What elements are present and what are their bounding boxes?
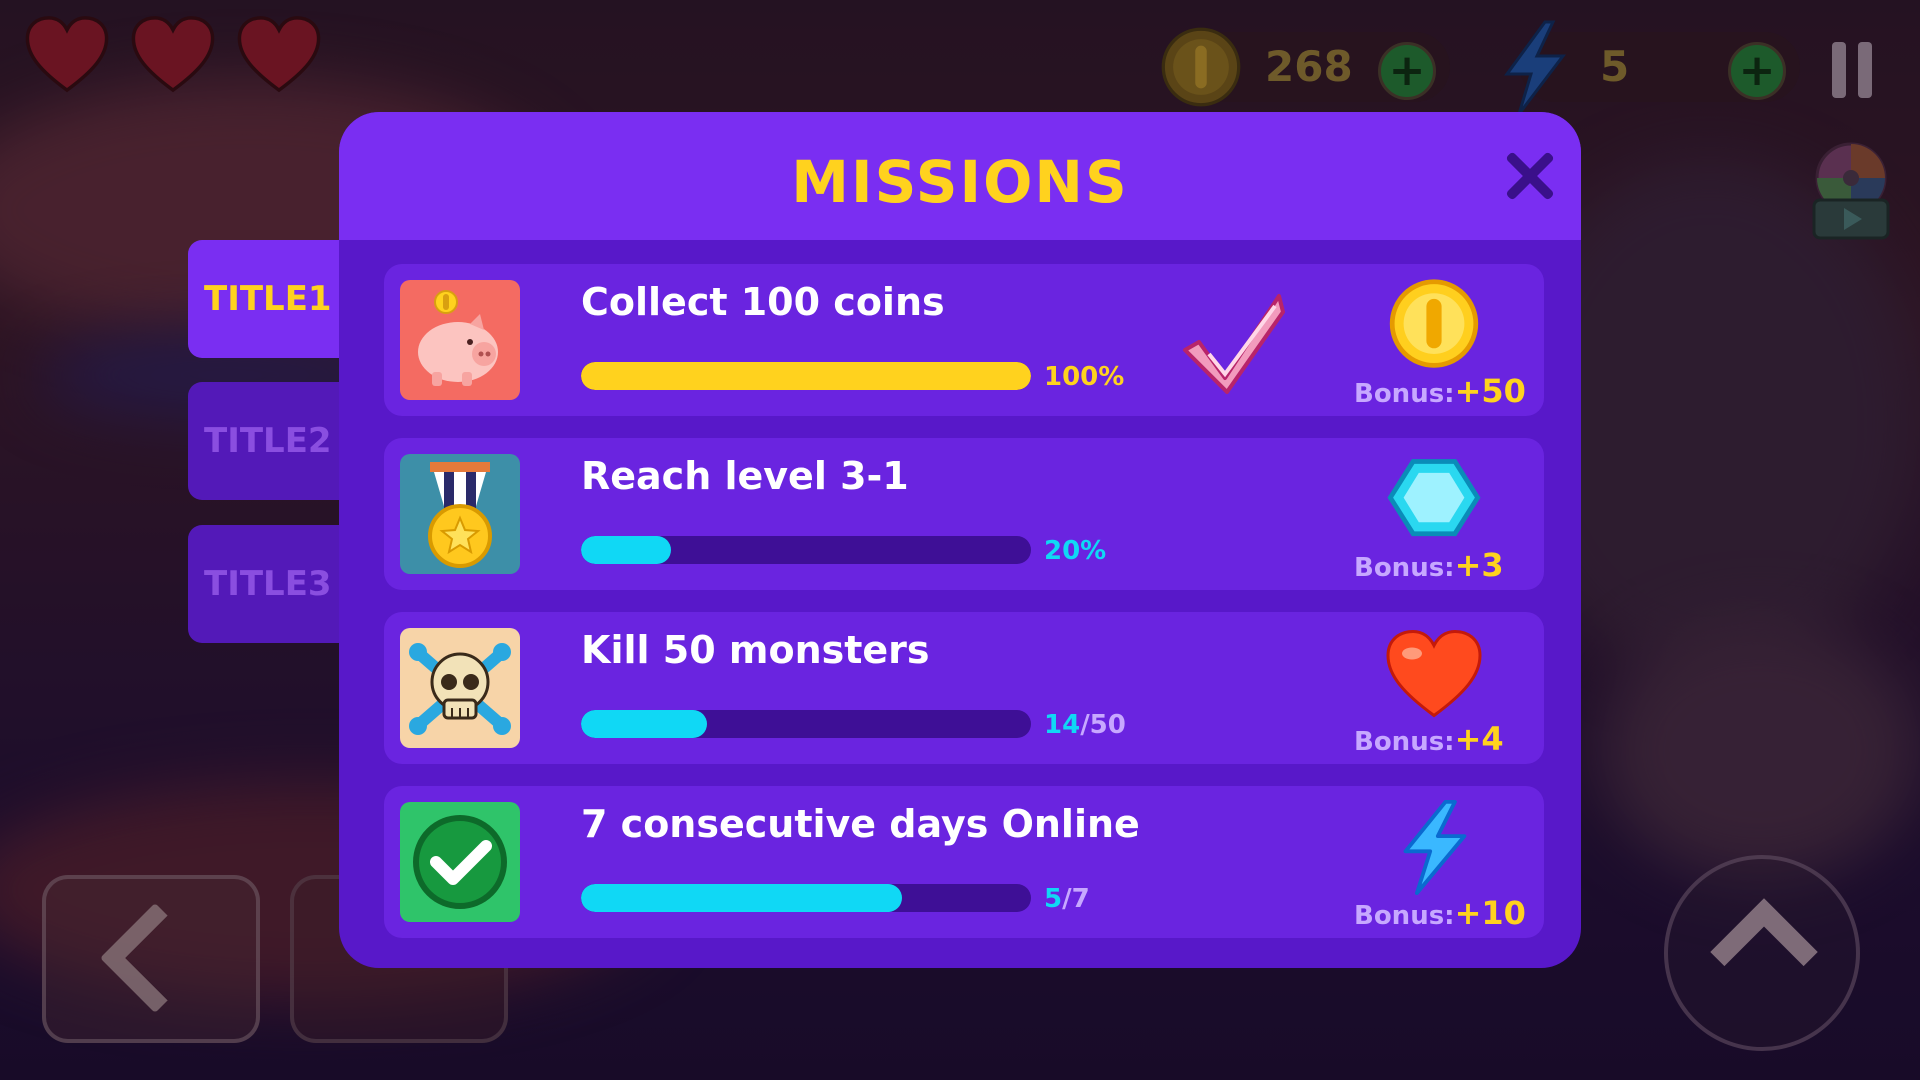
lucky-wheel-video-icon[interactable]	[1808, 142, 1894, 242]
bonus-label: Bonus:	[1354, 901, 1455, 931]
bonus-amount: +50	[1454, 372, 1526, 410]
mission-row: Collect 100 coins 100% Bonus:+50	[384, 264, 1544, 416]
progress-total: /7	[1062, 884, 1090, 914]
progress-track	[581, 884, 1031, 912]
mission-row: Reach level 3-1 20% Bonus:+3	[384, 438, 1544, 590]
bonus-amount: +10	[1454, 894, 1526, 932]
bonus-label: Bonus:	[1354, 727, 1455, 757]
skull-crossbones-icon	[400, 628, 520, 748]
progress-fill	[581, 362, 1031, 390]
bonus-text: Bonus:+10	[1354, 894, 1526, 932]
progress-current: 14	[1044, 710, 1081, 740]
progress-text: 100%	[1044, 362, 1125, 392]
bonus-amount: +4	[1454, 720, 1504, 758]
mission-title: 7 consecutive days Online	[581, 802, 1140, 846]
energy-counter: 5 +	[1504, 20, 1800, 115]
lightning-icon	[1504, 20, 1567, 115]
bonus-text: Bonus:+4	[1354, 720, 1504, 758]
lives-display	[24, 14, 322, 94]
heart-icon	[237, 16, 321, 93]
coin-counter: 268 +	[1161, 27, 1450, 107]
medal-icon	[400, 454, 520, 574]
progress-text: 20%	[1044, 536, 1107, 566]
progress-text: 5/7	[1044, 884, 1090, 914]
modal-title: MISSIONS	[791, 148, 1129, 216]
heart-icon	[131, 16, 215, 93]
mission-title: Collect 100 coins	[581, 280, 945, 324]
heart-icon	[25, 16, 109, 93]
mission-title: Reach level 3-1	[581, 454, 909, 498]
bonus-text: Bonus:+50	[1354, 372, 1526, 410]
bonus-amount: +3	[1454, 546, 1504, 584]
missions-modal: MISSIONS Collect 100 coins 100% Bonus:+5…	[339, 112, 1581, 968]
lightning-icon	[1403, 800, 1467, 895]
progress-track	[581, 536, 1031, 564]
pause-button[interactable]	[1832, 42, 1872, 98]
tab-title1[interactable]: TITLE1	[188, 240, 348, 358]
progress-current: 5	[1044, 884, 1063, 914]
move-left-button[interactable]	[42, 875, 260, 1043]
coin-icon	[1161, 27, 1241, 107]
progress-fill	[581, 884, 903, 912]
progress-fill	[581, 536, 671, 564]
progress-track	[581, 362, 1031, 390]
check-circle-icon	[400, 802, 520, 922]
chevron-left-icon	[99, 902, 211, 1014]
completed-check-icon	[1183, 294, 1285, 394]
energy-count: 5	[1600, 42, 1630, 91]
pause-bar-left	[1832, 42, 1846, 98]
progress-track	[581, 710, 1031, 738]
mission-row: 7 consecutive days Online 5/7 Bonus:+10	[384, 786, 1544, 938]
progress-total: /50	[1080, 710, 1126, 740]
gem-icon	[1387, 459, 1481, 537]
progress-fill	[581, 710, 707, 738]
heart-icon	[1386, 629, 1482, 718]
chevron-up-icon	[1710, 898, 1818, 1006]
bonus-label: Bonus:	[1354, 553, 1455, 583]
add-energy-button[interactable]: +	[1728, 42, 1786, 100]
pause-bar-right	[1858, 42, 1872, 98]
add-coins-button[interactable]: +	[1378, 42, 1436, 100]
mission-title: Kill 50 monsters	[581, 628, 930, 672]
tab-title3[interactable]: TITLE3	[188, 525, 348, 643]
jump-button[interactable]	[1664, 855, 1860, 1051]
piggy-bank-icon	[400, 280, 520, 400]
bonus-text: Bonus:+3	[1354, 546, 1504, 584]
coin-count: 268	[1265, 42, 1353, 91]
progress-text: 14/50	[1044, 710, 1126, 740]
mission-row: Kill 50 monsters 14/50 Bonus:+4	[384, 612, 1544, 764]
bonus-label: Bonus:	[1354, 379, 1455, 409]
modal-header: MISSIONS	[339, 112, 1581, 240]
coin-icon	[1389, 279, 1479, 368]
tab-title2[interactable]: TITLE2	[188, 382, 348, 500]
close-icon[interactable]	[1503, 150, 1555, 202]
